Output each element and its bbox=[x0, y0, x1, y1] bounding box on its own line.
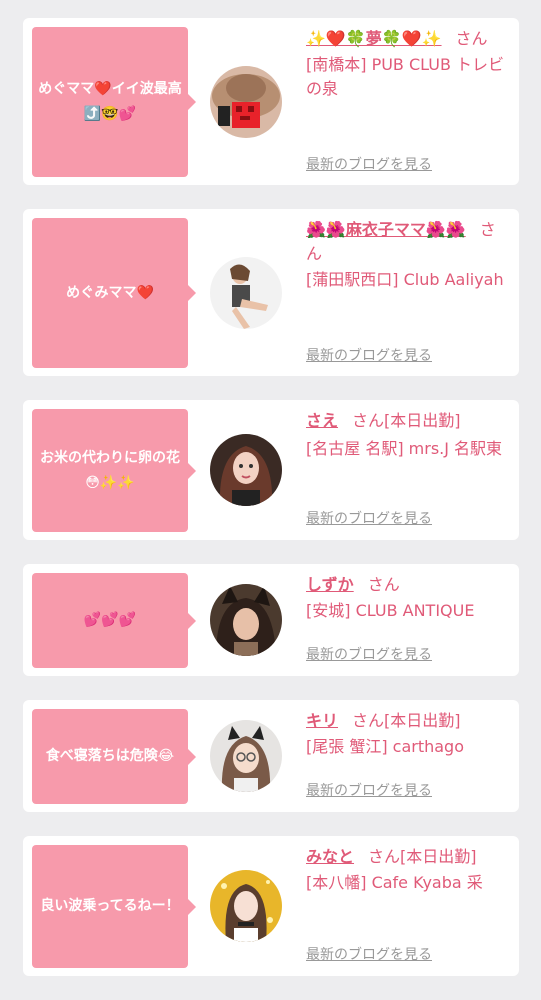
cast-suffix: さん[本日出勤] bbox=[352, 411, 461, 430]
avatar[interactable] bbox=[210, 66, 282, 138]
shop-name: [名古屋 名駅] mrs.J 名駅東 bbox=[306, 439, 503, 458]
message-bubble: 💕💕💕 bbox=[32, 573, 196, 668]
message-bubble: 良い波乗ってるねー！ bbox=[32, 845, 196, 968]
cast-name-link[interactable]: しずか bbox=[306, 575, 354, 594]
message-text: めぐママ❤️イイ波最高⤴️🤓💕 bbox=[38, 81, 182, 122]
message-bubble: お米の代わりに卵の花😳✨✨ bbox=[32, 409, 196, 532]
blog-card: めぐママ❤️イイ波最高⤴️🤓💕 ✨❤️🍀夢🍀❤️✨ さん [南橋本] PUB CL… bbox=[23, 18, 519, 185]
message-text: 食べ寝落ちは危険😂 bbox=[45, 748, 175, 764]
avatar[interactable] bbox=[210, 720, 282, 792]
blog-card: めぐみママ❤️ 🌺🌺麻衣子ママ🌺🌺 さん [蒲田駅西口] Club Aaliyah… bbox=[23, 209, 519, 376]
latest-blog-link[interactable]: 最新のブログを見る bbox=[306, 154, 432, 174]
message-bubble: 食べ寝落ちは危険😂 bbox=[32, 709, 196, 804]
shop-name: [本八幡] Cafe Kyaba 采 bbox=[306, 873, 483, 892]
latest-blog-link[interactable]: 最新のブログを見る bbox=[306, 508, 432, 528]
blog-card: 食べ寝落ちは危険😂 キリ さん[本日出勤] [尾張 蟹江] carthago 最新… bbox=[23, 700, 519, 812]
latest-blog-link[interactable]: 最新のブログを見る bbox=[306, 944, 432, 964]
cast-name-link[interactable]: ✨❤️🍀夢🍀❤️✨ bbox=[306, 29, 442, 48]
blog-card: 良い波乗ってるねー！ みなと さん[本日出勤] [本八幡] Cafe Kyaba … bbox=[23, 836, 519, 976]
profile-info: 🌺🌺麻衣子ママ🌺🌺 さん [蒲田駅西口] Club Aaliyah bbox=[306, 218, 511, 292]
latest-blog-link[interactable]: 最新のブログを見る bbox=[306, 345, 432, 365]
cast-name-link[interactable]: さえ bbox=[306, 411, 338, 430]
cast-suffix: さん bbox=[367, 575, 400, 594]
avatar[interactable] bbox=[210, 257, 282, 329]
shop-name: [尾張 蟹江] carthago bbox=[306, 737, 465, 756]
cast-name-link[interactable]: みなと bbox=[306, 847, 354, 866]
cast-name-link[interactable]: 🌺🌺麻衣子ママ🌺🌺 bbox=[306, 220, 466, 239]
avatar[interactable] bbox=[210, 870, 282, 942]
shop-name: [安城] CLUB ANTIQUE bbox=[306, 601, 475, 620]
profile-info: しずか さん [安城] CLUB ANTIQUE bbox=[306, 573, 516, 623]
blog-card: お米の代わりに卵の花😳✨✨ さえ さん[本日出勤] [名古屋 名駅] mrs.J … bbox=[23, 400, 519, 540]
message-bubble: めぐみママ❤️ bbox=[32, 218, 196, 368]
profile-info: さえ さん[本日出勤] [名古屋 名駅] mrs.J 名駅東 bbox=[306, 409, 511, 461]
message-text: お米の代わりに卵の花😳✨✨ bbox=[40, 449, 180, 491]
cast-name-link[interactable]: キリ bbox=[306, 711, 338, 730]
blog-card: 💕💕💕 しずか さん [安城] CLUB ANTIQUE 最新のブログを見る bbox=[23, 564, 519, 676]
latest-blog-link[interactable]: 最新のブログを見る bbox=[306, 644, 432, 664]
cast-suffix: さん[本日出勤] bbox=[368, 847, 477, 866]
cast-suffix: さん bbox=[455, 29, 488, 48]
avatar[interactable] bbox=[210, 584, 282, 656]
shop-name: [南橋本] PUB CLUB トレビの泉 bbox=[306, 55, 505, 98]
message-text: 💕💕💕 bbox=[83, 612, 137, 628]
message-text: 良い波乗ってるねー！ bbox=[40, 898, 180, 914]
profile-info: みなと さん[本日出勤] [本八幡] Cafe Kyaba 采 bbox=[306, 845, 511, 895]
cast-suffix: さん[本日出勤] bbox=[352, 711, 461, 730]
profile-info: キリ さん[本日出勤] [尾張 蟹江] carthago bbox=[306, 709, 511, 759]
message-bubble: めぐママ❤️イイ波最高⤴️🤓💕 bbox=[32, 27, 196, 177]
profile-info: ✨❤️🍀夢🍀❤️✨ さん [南橋本] PUB CLUB トレビの泉 bbox=[306, 27, 511, 101]
shop-name: [蒲田駅西口] Club Aaliyah bbox=[306, 270, 504, 289]
latest-blog-link[interactable]: 最新のブログを見る bbox=[306, 780, 432, 800]
message-text: めぐみママ❤️ bbox=[66, 284, 154, 301]
avatar[interactable] bbox=[210, 434, 282, 506]
